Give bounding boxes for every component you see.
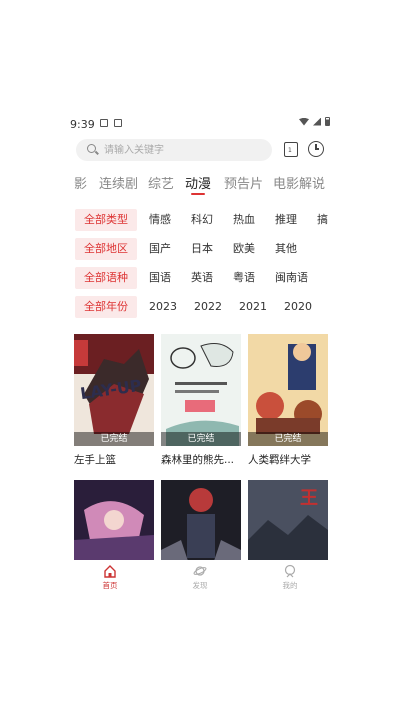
poster-image: LAY-UP 已完结 — [74, 334, 154, 446]
status-badge: 已完结 — [248, 432, 328, 446]
filter-lang-cantonese[interactable]: 粤语 — [233, 267, 255, 289]
filter-region-japan[interactable]: 日本 — [191, 238, 213, 260]
calendar-day: 1 — [288, 147, 292, 154]
card-title: 森林里的熊先... — [161, 454, 235, 466]
search-icon — [87, 144, 96, 153]
profile-icon — [284, 564, 296, 578]
filter-all-languages[interactable]: 全部语种 — [75, 267, 137, 289]
filter-type-comedy[interactable]: 搞 — [317, 209, 328, 231]
filter-type-scifi[interactable]: 科幻 — [191, 209, 213, 231]
filter-all-types[interactable]: 全部类型 — [75, 209, 137, 231]
tab-commentary[interactable]: 电影解说 — [273, 173, 325, 192]
history-clock-icon[interactable] — [308, 141, 324, 157]
filter-region-other[interactable]: 其他 — [275, 238, 297, 260]
calendar-icon[interactable]: 1 — [284, 142, 298, 157]
filter-row-language: 全部语种 国语 英语 粤语 闽南语 — [66, 267, 334, 289]
status-icons — [299, 117, 330, 126]
home-icon — [104, 565, 116, 578]
tab-movie[interactable]: 影 — [74, 173, 87, 192]
filter-type-romance[interactable]: 情感 — [149, 209, 171, 231]
wifi-icon — [299, 117, 309, 126]
filter-year-2020[interactable]: 2020 — [284, 296, 312, 318]
battery-icon — [325, 117, 330, 126]
nav-profile[interactable]: 我的 — [260, 564, 320, 591]
search-bar[interactable] — [76, 139, 272, 161]
active-tab-indicator — [191, 193, 205, 195]
nav-profile-label: 我的 — [282, 581, 298, 590]
filter-lang-english[interactable]: 英语 — [191, 267, 213, 289]
filter-lang-mandarin[interactable]: 国语 — [149, 267, 171, 289]
bottom-navigation: 首页 发现 我的 — [66, 560, 334, 600]
nav-discover[interactable]: 发现 — [170, 564, 230, 591]
image-notification-icon — [100, 119, 108, 127]
filter-type-mystery[interactable]: 推理 — [275, 209, 297, 231]
status-badge: 已完结 — [74, 432, 154, 446]
app-notification-icon — [114, 119, 122, 127]
filter-type-action[interactable]: 热血 — [233, 209, 255, 231]
tab-anime[interactable]: 动漫 — [185, 173, 211, 192]
filter-year-2022[interactable]: 2022 — [194, 296, 222, 318]
status-badge: 已完结 — [161, 432, 241, 446]
filter-all-years[interactable]: 全部年份 — [75, 296, 137, 318]
filter-year-2023[interactable]: 2023 — [149, 296, 177, 318]
poster-image: 已完结 — [161, 334, 241, 446]
tab-trailer[interactable]: 预告片 — [224, 173, 263, 192]
nav-home-label: 首页 — [102, 581, 118, 590]
filter-all-regions[interactable]: 全部地区 — [75, 238, 137, 260]
filter-region-china[interactable]: 国产 — [149, 238, 171, 260]
category-tabs: 影 连续剧 综艺 动漫 预告片 电影解说 — [66, 168, 334, 196]
nav-discover-label: 发现 — [192, 581, 208, 590]
filter-lang-hokkien[interactable]: 闽南语 — [275, 267, 308, 289]
tab-variety[interactable]: 综艺 — [148, 173, 174, 192]
filter-row-type: 全部类型 情感 科幻 热血 推理 搞 — [66, 209, 334, 231]
card-title: 人类羁绊大学 — [248, 454, 311, 466]
search-input[interactable] — [104, 142, 264, 158]
app-screen: 9:39 1 影 连续剧 综艺 动漫 预告片 电影解说 全部类型 情感 科幻 热… — [66, 108, 334, 600]
filter-row-region: 全部地区 国产 日本 欧美 其他 — [66, 238, 334, 260]
signal-icon — [313, 117, 321, 126]
planet-icon — [193, 566, 207, 576]
filter-row-year: 全部年份 2023 2022 2021 2020 — [66, 296, 334, 318]
status-bar: 9:39 — [66, 108, 334, 138]
card-title: 左手上篮 — [74, 454, 116, 466]
nav-home[interactable]: 首页 — [80, 564, 140, 591]
poster-title-art: 王 — [300, 488, 318, 509]
search-row: 1 — [76, 139, 334, 163]
poster-image: 已完结 — [248, 334, 328, 446]
filter-region-west[interactable]: 欧美 — [233, 238, 255, 260]
filter-year-2021[interactable]: 2021 — [239, 296, 267, 318]
tab-series[interactable]: 连续剧 — [99, 173, 138, 192]
status-time: 9:39 — [70, 118, 95, 131]
